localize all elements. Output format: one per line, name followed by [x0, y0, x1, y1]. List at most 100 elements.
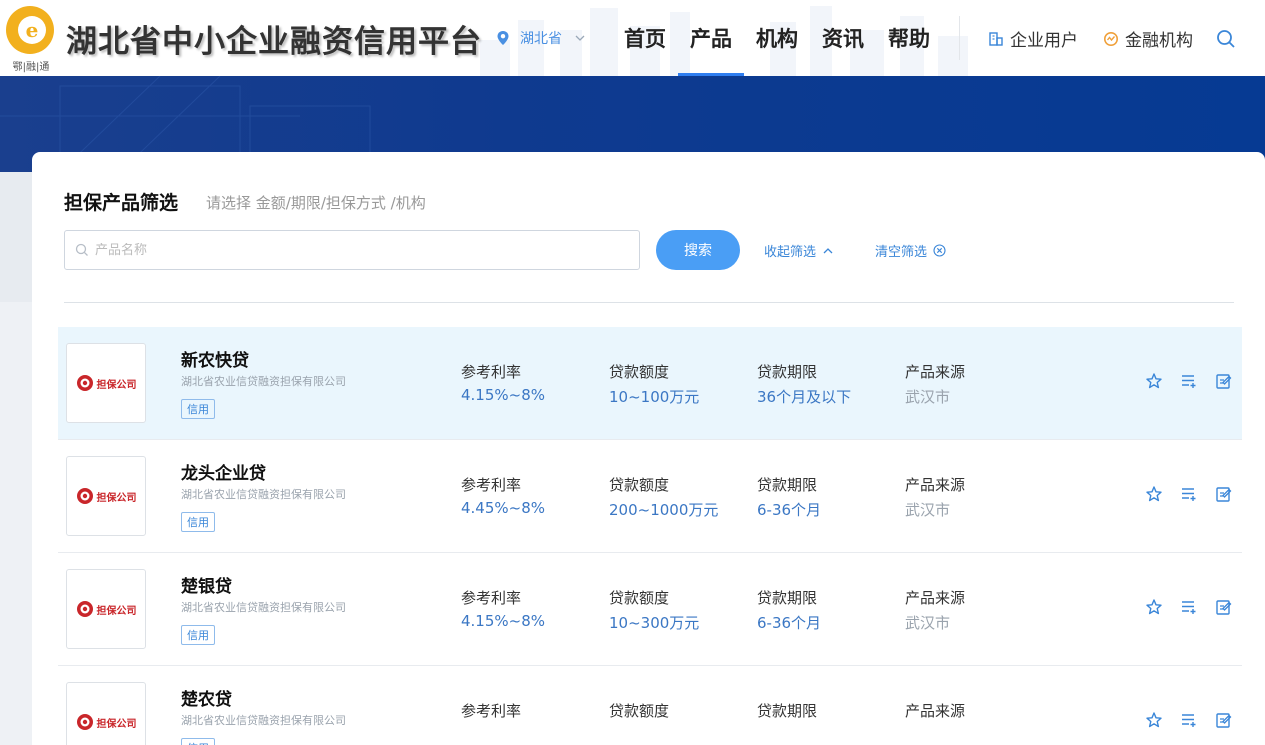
nav-home[interactable]: 首页 [612, 0, 678, 76]
term-block: 贷款期限 6-36个月 [757, 474, 821, 520]
rate-value: 4.15%~8% [461, 386, 546, 404]
rate-block: 参考利率 4.15%~8% [461, 361, 545, 404]
edit-icon[interactable] [1215, 485, 1233, 503]
source-value: 武汉市 [905, 388, 951, 406]
product-row[interactable]: 担保公司 楚银贷 湖北省农业信贷融资担保有限公司 信用 参考利率 4.15%~8%… [58, 553, 1242, 666]
search-button[interactable]: 搜索 [656, 230, 740, 270]
nav-divider [959, 16, 960, 60]
rate-block: 参考利率 4.45%~8% [461, 474, 545, 517]
product-list: 担保公司 新农快贷 湖北省农业信贷融资担保有限公司 信用 参考利率 4.15%~8… [58, 327, 1242, 745]
clear-filter-button[interactable]: 清空筛选 [875, 241, 946, 260]
enterprise-user-link[interactable]: 企业用户 [988, 26, 1078, 51]
term-value: 6-36个月 [757, 501, 822, 519]
guarantee-company-logo-icon [76, 601, 93, 617]
product-name[interactable]: 楚农贷 [181, 685, 232, 710]
filter-hint: 请选择 金额/期限/担保方式 /机构 [206, 194, 426, 212]
rate-block: 参考利率 4.15%~8% [461, 587, 545, 630]
platform-logo[interactable]: e 鄂|融|通 [4, 6, 58, 73]
main-nav: 首页 产品 机构 资讯 帮助 [612, 0, 942, 76]
source-value: 武汉市 [905, 501, 951, 519]
chevron-up-icon [823, 247, 833, 253]
term-label: 贷款期限 [757, 363, 818, 381]
rate-label: 参考利率 [461, 589, 522, 607]
financial-institution-label: 金融机构 [1125, 31, 1193, 51]
amount-value: 200~1000万元 [609, 501, 719, 519]
search-icon[interactable] [1216, 29, 1236, 49]
term-value: 36个月及以下 [757, 388, 852, 406]
edit-icon[interactable] [1215, 598, 1233, 616]
source-label: 产品来源 [905, 589, 966, 607]
collapse-filter-button[interactable]: 收起筛选 [764, 241, 834, 260]
amount-block: 贷款额度 200~1000万元 [609, 474, 718, 520]
amount-label: 贷款额度 [609, 589, 670, 607]
term-value: 6-36个月 [757, 614, 822, 632]
term-block: 贷款期限 6-36个月 [757, 587, 821, 633]
source-block: 产品来源 武汉市 [905, 474, 965, 520]
list-add-icon[interactable] [1180, 598, 1198, 616]
rate-value: 4.15%~8% [461, 612, 546, 630]
guarantee-company-logo-icon [76, 488, 93, 504]
product-logo: 担保公司 [66, 343, 146, 423]
financial-institution-link[interactable]: 金融机构 [1103, 26, 1193, 51]
nav-news[interactable]: 资讯 [810, 0, 876, 76]
star-icon[interactable] [1145, 485, 1163, 503]
edit-icon[interactable] [1215, 372, 1233, 390]
product-name[interactable]: 龙头企业贷 [181, 459, 266, 484]
term-label: 贷款期限 [757, 476, 818, 494]
side-strip [0, 172, 32, 302]
product-search-field[interactable] [64, 230, 640, 270]
edit-icon[interactable] [1215, 711, 1233, 729]
amount-value: 10~300万元 [609, 614, 700, 632]
rate-label: 参考利率 [461, 363, 522, 381]
filter-divider [64, 302, 1234, 303]
product-tag: 信用 [181, 625, 215, 645]
nav-institutions[interactable]: 机构 [744, 0, 810, 76]
logo-emblem: e [6, 6, 54, 54]
product-row[interactable]: 担保公司 楚农贷 湖北省农业信贷融资担保有限公司 信用 参考利率 贷款额度 贷款… [58, 666, 1242, 745]
product-tag: 信用 [181, 399, 215, 419]
site-title: 湖北省中小企业融资信用平台 [66, 24, 482, 60]
clear-filter-label: 清空筛选 [875, 245, 928, 260]
search-icon [75, 243, 88, 256]
product-logo-text: 担保公司 [96, 718, 137, 730]
region-selector[interactable]: 湖北省 [496, 28, 586, 48]
product-name[interactable]: 新农快贷 [181, 346, 249, 371]
product-search-input[interactable] [95, 242, 595, 258]
amount-label: 贷款额度 [609, 476, 670, 494]
term-label: 贷款期限 [757, 589, 818, 607]
amount-block: 贷款额度 [609, 700, 669, 725]
rate-block: 参考利率 [461, 700, 521, 725]
top-header: e 鄂|融|通 湖北省中小企业融资信用平台 湖北省 首页 产品 机构 资讯 帮助… [0, 0, 1265, 76]
star-icon[interactable] [1145, 598, 1163, 616]
location-pin-icon [497, 31, 509, 45]
source-label: 产品来源 [905, 476, 966, 494]
product-logo: 担保公司 [66, 682, 146, 745]
building-icon [989, 31, 1003, 46]
amount-block: 贷款额度 10~100万元 [609, 361, 699, 407]
star-icon[interactable] [1145, 711, 1163, 729]
star-icon[interactable] [1145, 372, 1163, 390]
product-logo-text: 担保公司 [96, 379, 137, 391]
guarantee-company-logo-icon [76, 375, 93, 391]
list-add-icon[interactable] [1180, 485, 1198, 503]
product-name[interactable]: 楚银贷 [181, 572, 232, 597]
rate-value: 4.45%~8% [461, 499, 546, 517]
nav-help[interactable]: 帮助 [876, 0, 942, 76]
amount-label: 贷款额度 [609, 702, 670, 720]
product-tag: 信用 [181, 512, 215, 532]
region-label: 湖北省 [520, 31, 562, 47]
list-add-icon[interactable] [1180, 372, 1198, 390]
nav-products[interactable]: 产品 [678, 0, 744, 76]
source-block: 产品来源 [905, 700, 965, 725]
term-block: 贷款期限 36个月及以下 [757, 361, 851, 407]
product-row[interactable]: 担保公司 龙头企业贷 湖北省农业信贷融资担保有限公司 信用 参考利率 4.45%~… [58, 440, 1242, 553]
logo-subtitle: 鄂|融|通 [12, 62, 50, 73]
product-logo: 担保公司 [66, 569, 146, 649]
product-row[interactable]: 担保公司 新农快贷 湖北省农业信贷融资担保有限公司 信用 参考利率 4.15%~8… [58, 327, 1242, 440]
source-label: 产品来源 [905, 702, 966, 720]
product-logo-text: 担保公司 [96, 492, 137, 504]
product-filter-card: 担保产品筛选 请选择 金额/期限/担保方式 /机构 搜索 收起筛选 清空筛选 担… [32, 152, 1265, 745]
product-tag: 信用 [181, 738, 215, 745]
amount-block: 贷款额度 10~300万元 [609, 587, 699, 633]
list-add-icon[interactable] [1180, 711, 1198, 729]
